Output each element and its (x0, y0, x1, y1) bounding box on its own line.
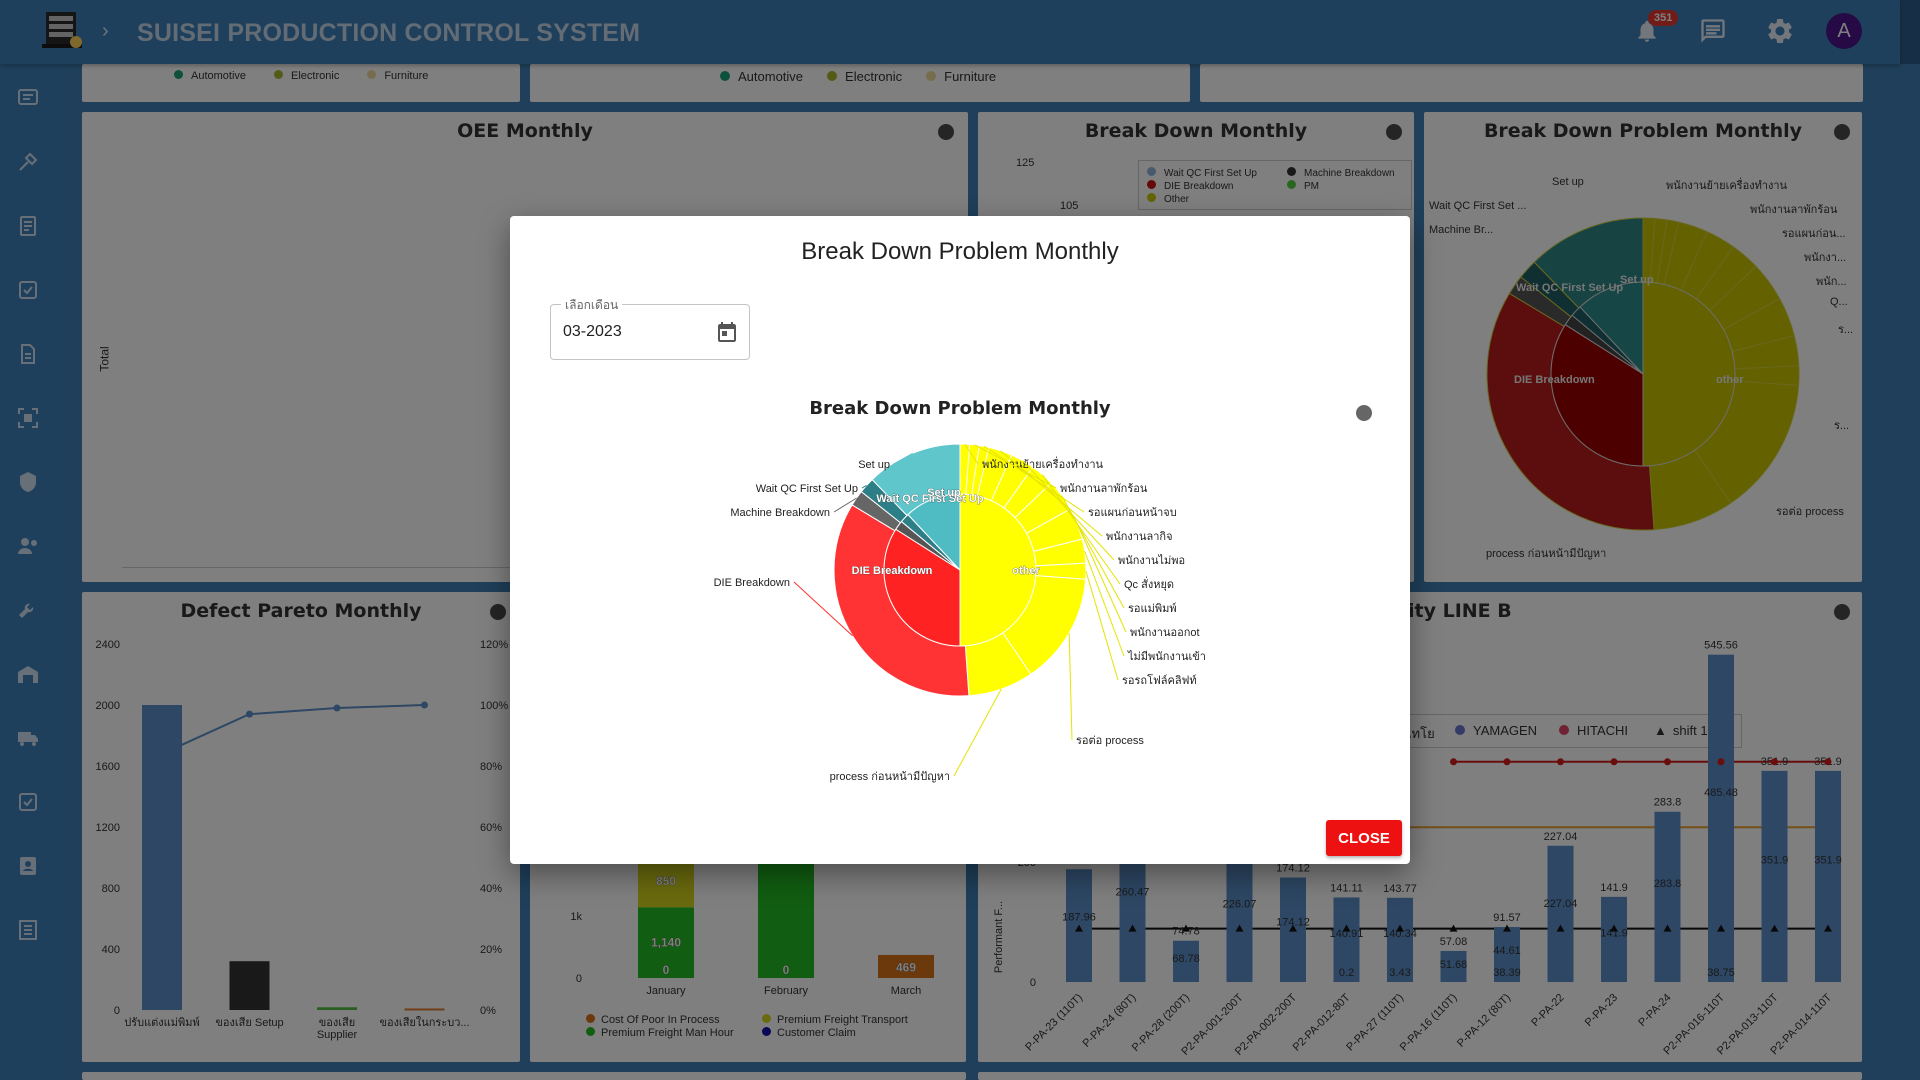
pie-outer-label: Machine Breakdown (730, 507, 830, 519)
pie-outer-label: ไม่มีพนักงานเข้า (1127, 650, 1206, 663)
pie-inner-label: other (1012, 565, 1040, 577)
pie-outer-label: รอแผนก่อนหน้าจบ (1088, 507, 1177, 519)
pie-inner-label: DIE Breakdown (852, 565, 933, 577)
month-field-label: เลือกเดือน (561, 296, 623, 315)
pie-outer-label: พนักงานลาพักร้อน (1060, 483, 1148, 495)
pie-outer-label: รอต่อ process (1076, 735, 1144, 747)
dialog-title: Break Down Problem Monthly (801, 238, 1119, 265)
pie-outer-label: DIE Breakdown (714, 577, 790, 589)
pie-inner-label: Set up (927, 487, 961, 499)
month-field-value[interactable]: 03-2023 (563, 323, 622, 341)
pie-outer-label: Set up (858, 459, 890, 471)
pie-outer-label: พนักงานไม่พอ (1118, 554, 1185, 567)
calendar-icon[interactable] (715, 320, 739, 344)
pie-outer-label: พนักงานลากิจ (1106, 531, 1173, 543)
chart-menu-icon[interactable] (1356, 405, 1372, 421)
pie-outer-label: Wait QC First Set Up (756, 483, 858, 495)
month-picker-field[interactable]: เลือกเดือน 03-2023 (550, 296, 750, 360)
pie-outer-label: process ก่อนหน้ามีปัญหา (830, 770, 950, 783)
break-down-pie-chart: otherDIE BreakdownWait QC First Set UpSe… (714, 443, 1206, 783)
close-button[interactable]: CLOSE (1326, 820, 1402, 856)
break-down-problem-dialog: Break Down Problem Monthly เลือกเดือน 03… (510, 216, 1410, 864)
pie-leader-line (1068, 632, 1073, 741)
pie-outer-label: Qc สั่งหยุด (1124, 576, 1174, 591)
pie-outer-label: รอรถโฟล์คลิฟท์ (1122, 673, 1197, 687)
chart-title: Break Down Problem Monthly (809, 398, 1111, 419)
pie-outer-label: รอแม่พิมพ์ (1128, 602, 1177, 615)
pie-outer-label: พนักงานออกot (1130, 627, 1200, 639)
pie-leader-line (953, 688, 1002, 777)
